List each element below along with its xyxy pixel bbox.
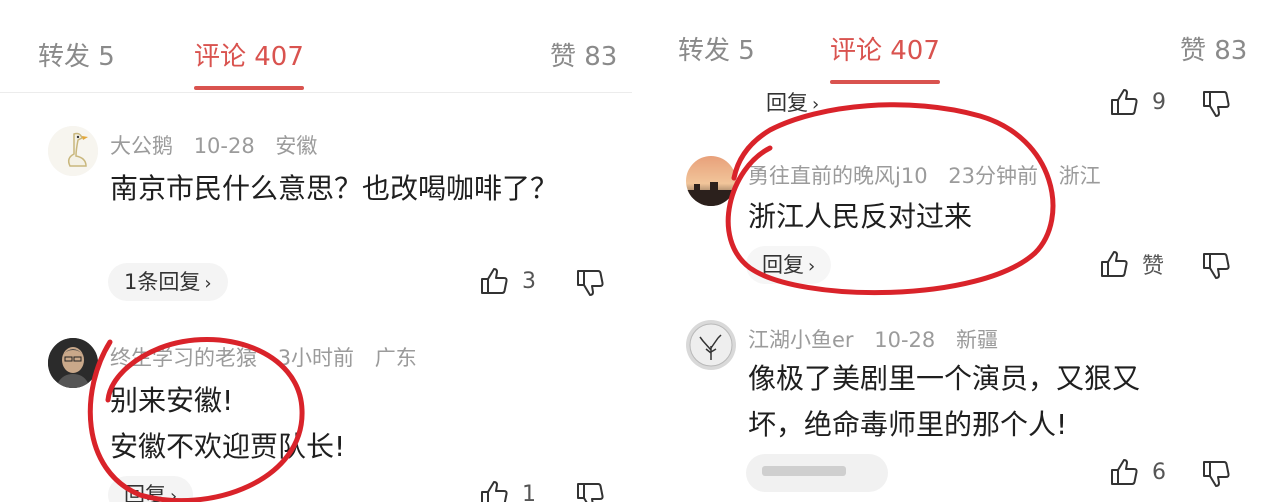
chevron-right-icon: › bbox=[204, 273, 212, 294]
like-button[interactable]: 1 bbox=[478, 478, 536, 502]
comment-text-line1: 像极了美剧里一个演员，又狠又 bbox=[748, 362, 1141, 395]
chevron-right-icon: › bbox=[170, 486, 178, 502]
like-button[interactable]: 赞 bbox=[1098, 248, 1164, 280]
like-label: 赞 bbox=[1142, 254, 1165, 279]
thumbs-down-icon bbox=[577, 270, 604, 296]
thumbs-up-icon bbox=[1111, 459, 1138, 485]
comment-meta: 勇往直前的晚风j10 23分钟前 浙江 bbox=[748, 160, 1115, 190]
comment-item: 勇往直前的晚风j10 23分钟前 浙江 浙江人民反对过来 回复 › 赞 bbox=[650, 152, 1280, 302]
reply-label: 回复 bbox=[124, 483, 166, 502]
comment-meta: 终生学习的老猿 3小时前 广东 bbox=[110, 342, 431, 372]
comment-username[interactable]: 江湖小鱼er bbox=[748, 328, 854, 352]
dislike-button[interactable] bbox=[1200, 458, 1232, 494]
reply-button[interactable]: 回复 › bbox=[746, 246, 832, 284]
chevron-right-icon: › bbox=[808, 256, 816, 277]
comment-item: 终生学习的老猿 3小时前 广东 别来安徽! 安徽不欢迎贾队长! 回复 › 1 bbox=[0, 332, 632, 502]
comment-item: 大公鹅 10-28 安徽 南京市民什么意思？也改喝咖啡了？ 1条回复 › 3 bbox=[0, 120, 632, 310]
thumbs-up-icon bbox=[481, 268, 508, 294]
thumbs-up-icon bbox=[1101, 251, 1128, 277]
tab-repost[interactable]: 转发 5 bbox=[38, 36, 115, 73]
comment-text: 南京市民什么意思？也改喝咖啡了？ bbox=[110, 172, 559, 205]
like-count: 6 bbox=[1152, 459, 1166, 485]
comment-location: 新疆 bbox=[955, 328, 998, 352]
dislike-button[interactable] bbox=[574, 267, 606, 303]
comment-username[interactable]: 终生学习的老猿 bbox=[110, 346, 257, 370]
avatar-tree bbox=[686, 320, 736, 370]
thumbs-up-icon bbox=[1111, 89, 1138, 115]
comment-location: 浙江 bbox=[1058, 164, 1101, 188]
avatar[interactable] bbox=[686, 320, 736, 370]
comment-date: 3小时前 bbox=[277, 346, 355, 370]
comment-text: 浙江人民反对过来 bbox=[748, 200, 973, 233]
thumbs-down-icon bbox=[1203, 91, 1230, 117]
comment-username[interactable]: 勇往直前的晚风j10 bbox=[748, 164, 928, 188]
reply-button[interactable]: 1条回复 › bbox=[108, 263, 228, 301]
divider bbox=[632, 0, 650, 502]
comment-date: 10-28 bbox=[874, 328, 936, 352]
like-button[interactable]: 9 bbox=[1108, 86, 1166, 118]
comment-date: 10-28 bbox=[193, 134, 255, 158]
avatar-man bbox=[48, 338, 98, 388]
comment-location: 安徽 bbox=[275, 134, 318, 158]
comment-text-line2: 坏，绝命毒师里的那个人! bbox=[748, 408, 1068, 441]
like-button[interactable]: 6 bbox=[1108, 456, 1166, 488]
dislike-button[interactable] bbox=[574, 480, 606, 502]
tab-repost[interactable]: 转发 5 bbox=[678, 30, 755, 67]
left-screenshot: 转发 5 评论 407 赞 83 大公鹅 10-28 安徽 南京市民什么意思？也… bbox=[0, 0, 632, 502]
like-count: 3 bbox=[522, 268, 536, 294]
comment-date: 23分钟前 bbox=[948, 164, 1038, 188]
avatar-goose bbox=[48, 126, 98, 176]
reply-button[interactable]: 回复 › bbox=[750, 84, 835, 122]
comment-item: 江湖小鱼er 10-28 新疆 像极了美剧里一个演员，又狠又 坏，绝命毒师里的那… bbox=[650, 316, 1280, 502]
dislike-button[interactable] bbox=[1200, 88, 1232, 124]
comment-meta: 江湖小鱼er 10-28 新疆 bbox=[748, 324, 1012, 354]
tab-likes[interactable]: 赞 83 bbox=[550, 36, 617, 73]
thumbs-down-icon bbox=[1203, 253, 1230, 279]
reply-button-blurred[interactable] bbox=[746, 454, 888, 492]
tab-bar: 转发 5 评论 407 赞 83 bbox=[0, 28, 632, 93]
chevron-right-icon: › bbox=[812, 94, 820, 115]
tab-comments[interactable]: 评论 407 bbox=[830, 30, 940, 67]
comment-username[interactable]: 大公鹅 bbox=[110, 134, 173, 158]
thumbs-up-icon bbox=[481, 481, 508, 502]
comment-location: 广东 bbox=[374, 346, 417, 370]
reply-label: 回复 bbox=[766, 91, 808, 115]
avatar[interactable] bbox=[686, 156, 736, 206]
tab-comments[interactable]: 评论 407 bbox=[194, 36, 304, 73]
right-screenshot: 转发 5 评论 407 赞 83 回复 › 9 勇往直前的晚风j10 23分钟前… bbox=[650, 0, 1280, 502]
comment-text-line2: 安徽不欢迎贾队长! bbox=[110, 430, 346, 463]
avatar[interactable] bbox=[48, 126, 98, 176]
like-count: 1 bbox=[522, 481, 536, 502]
like-count: 9 bbox=[1152, 89, 1166, 115]
comment-meta: 大公鹅 10-28 安徽 bbox=[110, 130, 331, 160]
thumbs-down-icon bbox=[1203, 461, 1230, 487]
avatar-sunset bbox=[686, 156, 736, 206]
tab-active-indicator bbox=[830, 80, 940, 84]
blurred-text bbox=[762, 466, 846, 476]
dislike-button[interactable] bbox=[1200, 250, 1232, 286]
reply-label: 1条回复 bbox=[124, 270, 201, 294]
reply-label: 回复 bbox=[762, 253, 804, 277]
tab-bar: 转发 5 评论 407 赞 83 bbox=[650, 22, 1280, 86]
tab-likes[interactable]: 赞 83 bbox=[1180, 30, 1247, 67]
tab-active-indicator bbox=[194, 86, 304, 90]
thumbs-down-icon bbox=[577, 483, 604, 502]
like-button[interactable]: 3 bbox=[478, 265, 536, 297]
reply-button[interactable]: 回复 › bbox=[108, 476, 194, 502]
comment-text-line1: 别来安徽! bbox=[110, 384, 234, 417]
avatar[interactable] bbox=[48, 338, 98, 388]
